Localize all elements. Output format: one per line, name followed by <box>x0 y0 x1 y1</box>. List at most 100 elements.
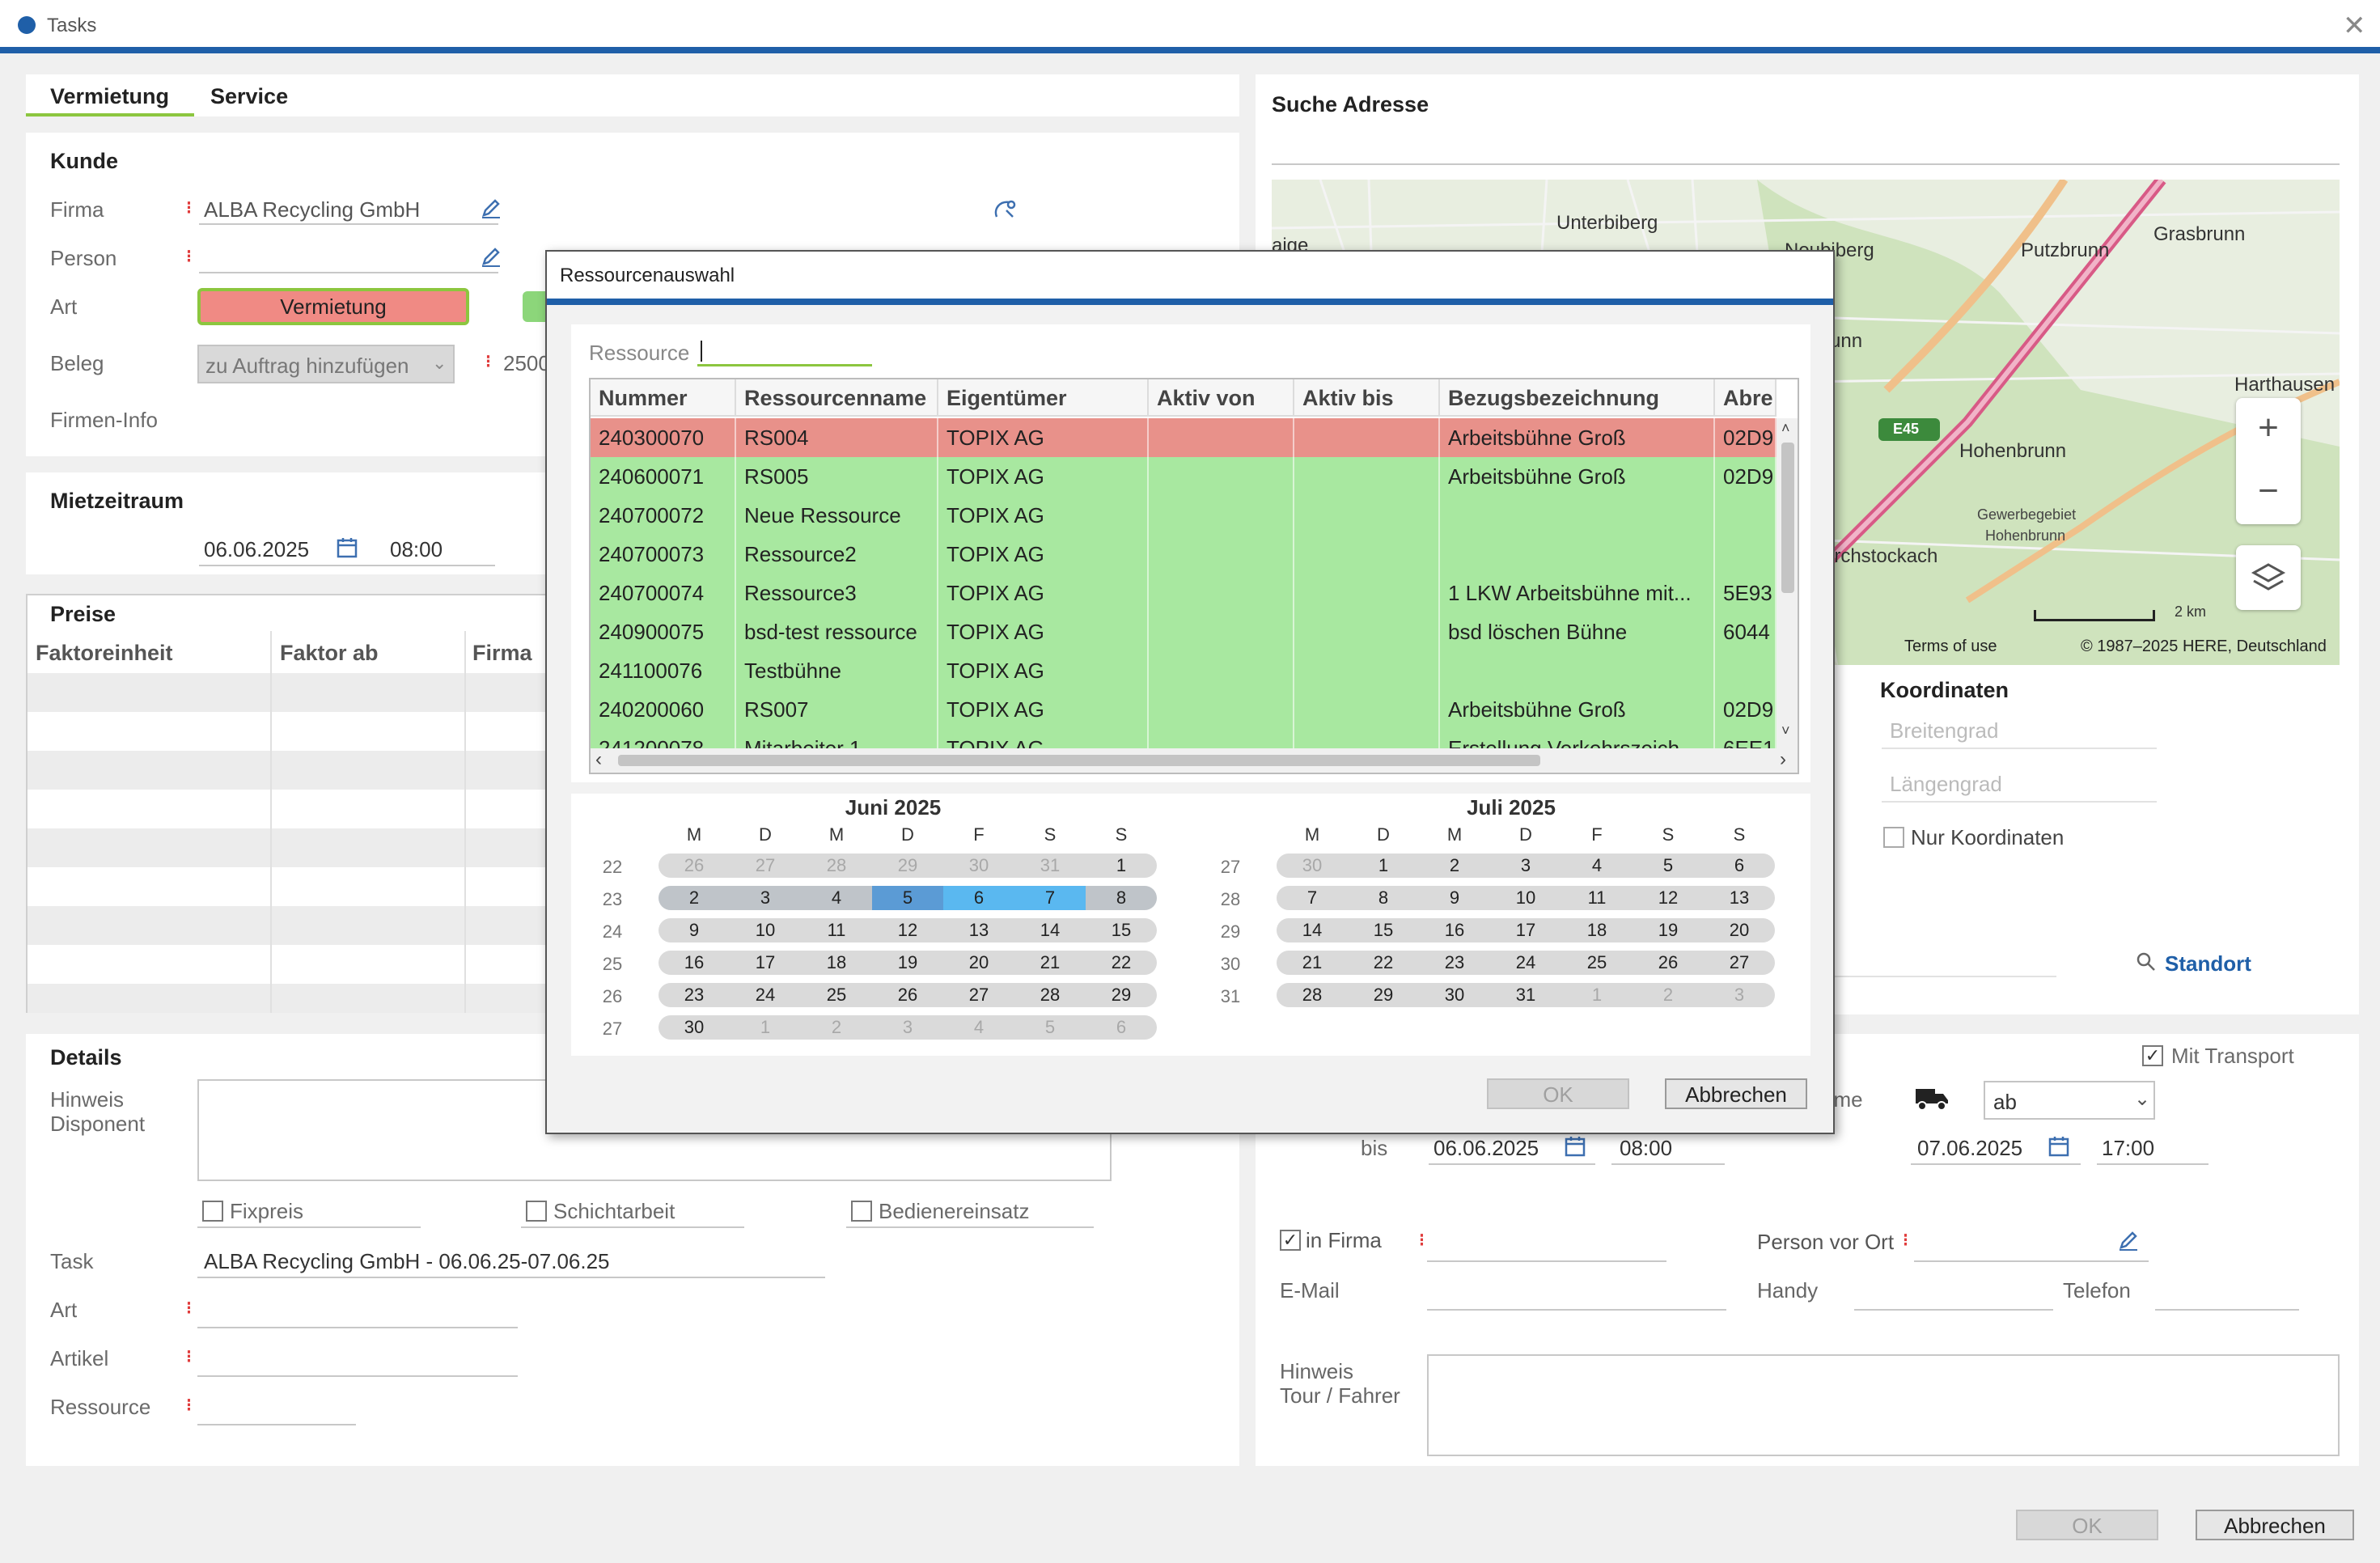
preise-col-firma[interactable]: Firma <box>472 641 532 666</box>
email-field[interactable] <box>1427 1309 1726 1311</box>
horizontal-scrollbar[interactable]: ‹ › <box>591 748 1798 773</box>
mietzeitraum-time-field[interactable]: 08:00 <box>390 537 443 562</box>
beleg-select[interactable]: zu Auftrag hinzufügen ⌄ <box>197 345 455 383</box>
person-vor-ort-edit-icon[interactable] <box>2116 1228 2141 1252</box>
calendar-day[interactable]: 28 <box>1014 983 1086 1007</box>
calendar-day[interactable]: 5 <box>872 886 943 910</box>
calendar-day[interactable]: 16 <box>659 951 730 975</box>
calendar-day[interactable]: 29 <box>1086 983 1157 1007</box>
map-layers-button[interactable] <box>2236 545 2301 610</box>
col-aktiv-von[interactable]: Aktiv von <box>1149 379 1294 417</box>
scroll-left-icon[interactable]: ‹ <box>595 748 602 771</box>
horizontal-scroll-thumb[interactable] <box>618 755 1540 766</box>
calendar-day[interactable]: 17 <box>1490 918 1561 942</box>
schichtarbeit-checkbox[interactable] <box>526 1201 547 1222</box>
calendar-day[interactable]: 29 <box>1348 983 1419 1007</box>
dialog-search-input[interactable] <box>697 334 872 366</box>
nur-koordinaten-checkbox[interactable] <box>1883 827 1904 848</box>
hinweis-tour-textarea[interactable] <box>1427 1354 2340 1456</box>
calendar-day[interactable]: 30 <box>1419 983 1490 1007</box>
calendar-day[interactable]: 15 <box>1086 918 1157 942</box>
calendar-day[interactable]: 5 <box>1014 1015 1086 1040</box>
calendar-day[interactable]: 7 <box>1277 886 1348 910</box>
calendar-day[interactable]: 23 <box>659 983 730 1007</box>
col-eigentuemer[interactable]: Eigentümer <box>938 379 1149 417</box>
calendar-day[interactable]: 18 <box>1561 918 1633 942</box>
laengengrad-field[interactable]: Längengrad <box>1890 772 2002 797</box>
preise-col-faktor-ab[interactable]: Faktor ab <box>280 641 379 666</box>
mietzeitraum-date-field[interactable]: 06.06.2025 <box>204 537 309 562</box>
calendar-day[interactable]: 1 <box>1086 854 1157 878</box>
calendar-day[interactable]: 9 <box>1419 886 1490 910</box>
dialog-cancel-button[interactable]: Abbrechen <box>1665 1078 1807 1109</box>
table-row[interactable]: 240700074 Ressource3 TOPIX AG 1 LKW Arbeits… <box>591 574 1777 612</box>
calendar-day[interactable]: 13 <box>943 918 1014 942</box>
calendar-day[interactable]: 26 <box>659 854 730 878</box>
calendar-day[interactable]: 11 <box>1561 886 1633 910</box>
calendar-day[interactable]: 8 <box>1086 886 1157 910</box>
calendar-day[interactable]: 6 <box>1704 854 1775 878</box>
bis-date-field[interactable]: 06.06.2025 <box>1434 1136 1539 1161</box>
calendar-day[interactable]: 12 <box>1633 886 1704 910</box>
tab-service[interactable]: Service <box>205 74 294 116</box>
calendar-day[interactable]: 30 <box>1277 854 1348 878</box>
map-terms-link[interactable]: Terms of use <box>1904 637 1997 656</box>
calendar-day[interactable]: 3 <box>1704 983 1775 1007</box>
calendar-day[interactable]: 1 <box>730 1015 801 1040</box>
calendar-day[interactable]: 2 <box>801 1015 872 1040</box>
calendar-day[interactable]: 2 <box>659 886 730 910</box>
calendar-day[interactable]: 12 <box>872 918 943 942</box>
calendar-day[interactable]: 17 <box>730 951 801 975</box>
right-calendar-icon[interactable] <box>2047 1134 2071 1158</box>
artikel-field[interactable] <box>197 1375 518 1377</box>
right-time-field[interactable]: 17:00 <box>2102 1136 2154 1161</box>
beleg-number-field[interactable]: 2500 <box>503 351 550 376</box>
calendar-day[interactable]: 7 <box>1014 886 1086 910</box>
person-edit-icon[interactable] <box>479 244 503 269</box>
search-icon[interactable] <box>2136 951 2157 972</box>
calendar-day[interactable]: 3 <box>730 886 801 910</box>
preise-col-faktoreinheit[interactable]: Faktoreinheit <box>36 641 173 666</box>
calendar-day[interactable]: 27 <box>730 854 801 878</box>
dialog-ok-button[interactable]: OK <box>1487 1078 1629 1109</box>
firma-edit-icon[interactable] <box>479 196 503 220</box>
calendar-day[interactable]: 31 <box>1014 854 1086 878</box>
calendar-day[interactable]: 28 <box>1277 983 1348 1007</box>
col-aktiv-bis[interactable]: Aktiv bis <box>1294 379 1440 417</box>
suche-adresse-input[interactable] <box>1272 163 2340 165</box>
bedienereinsatz-checkbox[interactable] <box>851 1201 872 1222</box>
calendar-day[interactable]: 27 <box>943 983 1014 1007</box>
scroll-right-icon[interactable]: › <box>1780 748 1786 771</box>
calendar-day[interactable]: 19 <box>872 951 943 975</box>
calendar-day[interactable]: 26 <box>1633 951 1704 975</box>
calendar-day[interactable]: 3 <box>872 1015 943 1040</box>
table-row[interactable]: 240200060 RS007 TOPIX AG Arbeitsbühne Groß 0… <box>591 690 1777 729</box>
ressource-field[interactable] <box>197 1424 356 1425</box>
calendar-day[interactable]: 28 <box>801 854 872 878</box>
calendar-day[interactable]: 4 <box>1561 854 1633 878</box>
calendar-icon[interactable] <box>335 536 359 560</box>
calendar-day[interactable]: 4 <box>943 1015 1014 1040</box>
table-row[interactable]: 240600071 RS005 TOPIX AG Arbeitsbühne Groß 0… <box>591 457 1777 496</box>
table-row[interactable]: 240700073 Ressource2 TOPIX AG <box>591 535 1777 574</box>
calendar-day[interactable]: 13 <box>1704 886 1775 910</box>
calendar-day[interactable]: 21 <box>1277 951 1348 975</box>
calendar-day[interactable]: 4 <box>801 886 872 910</box>
person-vor-ort-field[interactable] <box>1914 1260 2149 1262</box>
zoom-out-button[interactable]: − <box>2236 461 2301 524</box>
in-firma-field[interactable] <box>1427 1260 1666 1262</box>
calendar-day[interactable]: 23 <box>1419 951 1490 975</box>
vertical-scrollbar[interactable]: ˄ ˅ <box>1777 418 1798 748</box>
calendar-day[interactable]: 11 <box>801 918 872 942</box>
calendar-day[interactable]: 27 <box>1704 951 1775 975</box>
footer-cancel-button[interactable]: Abbrechen <box>2196 1510 2354 1540</box>
calendar-day[interactable]: 10 <box>1490 886 1561 910</box>
vertical-scroll-thumb[interactable] <box>1781 443 1794 593</box>
firma-field[interactable]: ALBA Recycling GmbH <box>204 197 420 222</box>
calendar-day[interactable]: 30 <box>659 1015 730 1040</box>
col-ressourcenname[interactable]: Ressourcenname <box>736 379 938 417</box>
calendar-day[interactable]: 25 <box>1561 951 1633 975</box>
col-bezugsbezeichnung[interactable]: Bezugsbezeichnung <box>1440 379 1715 417</box>
col-nummer[interactable]: Nummer <box>591 379 736 417</box>
footer-ok-button[interactable]: OK <box>2016 1510 2158 1540</box>
